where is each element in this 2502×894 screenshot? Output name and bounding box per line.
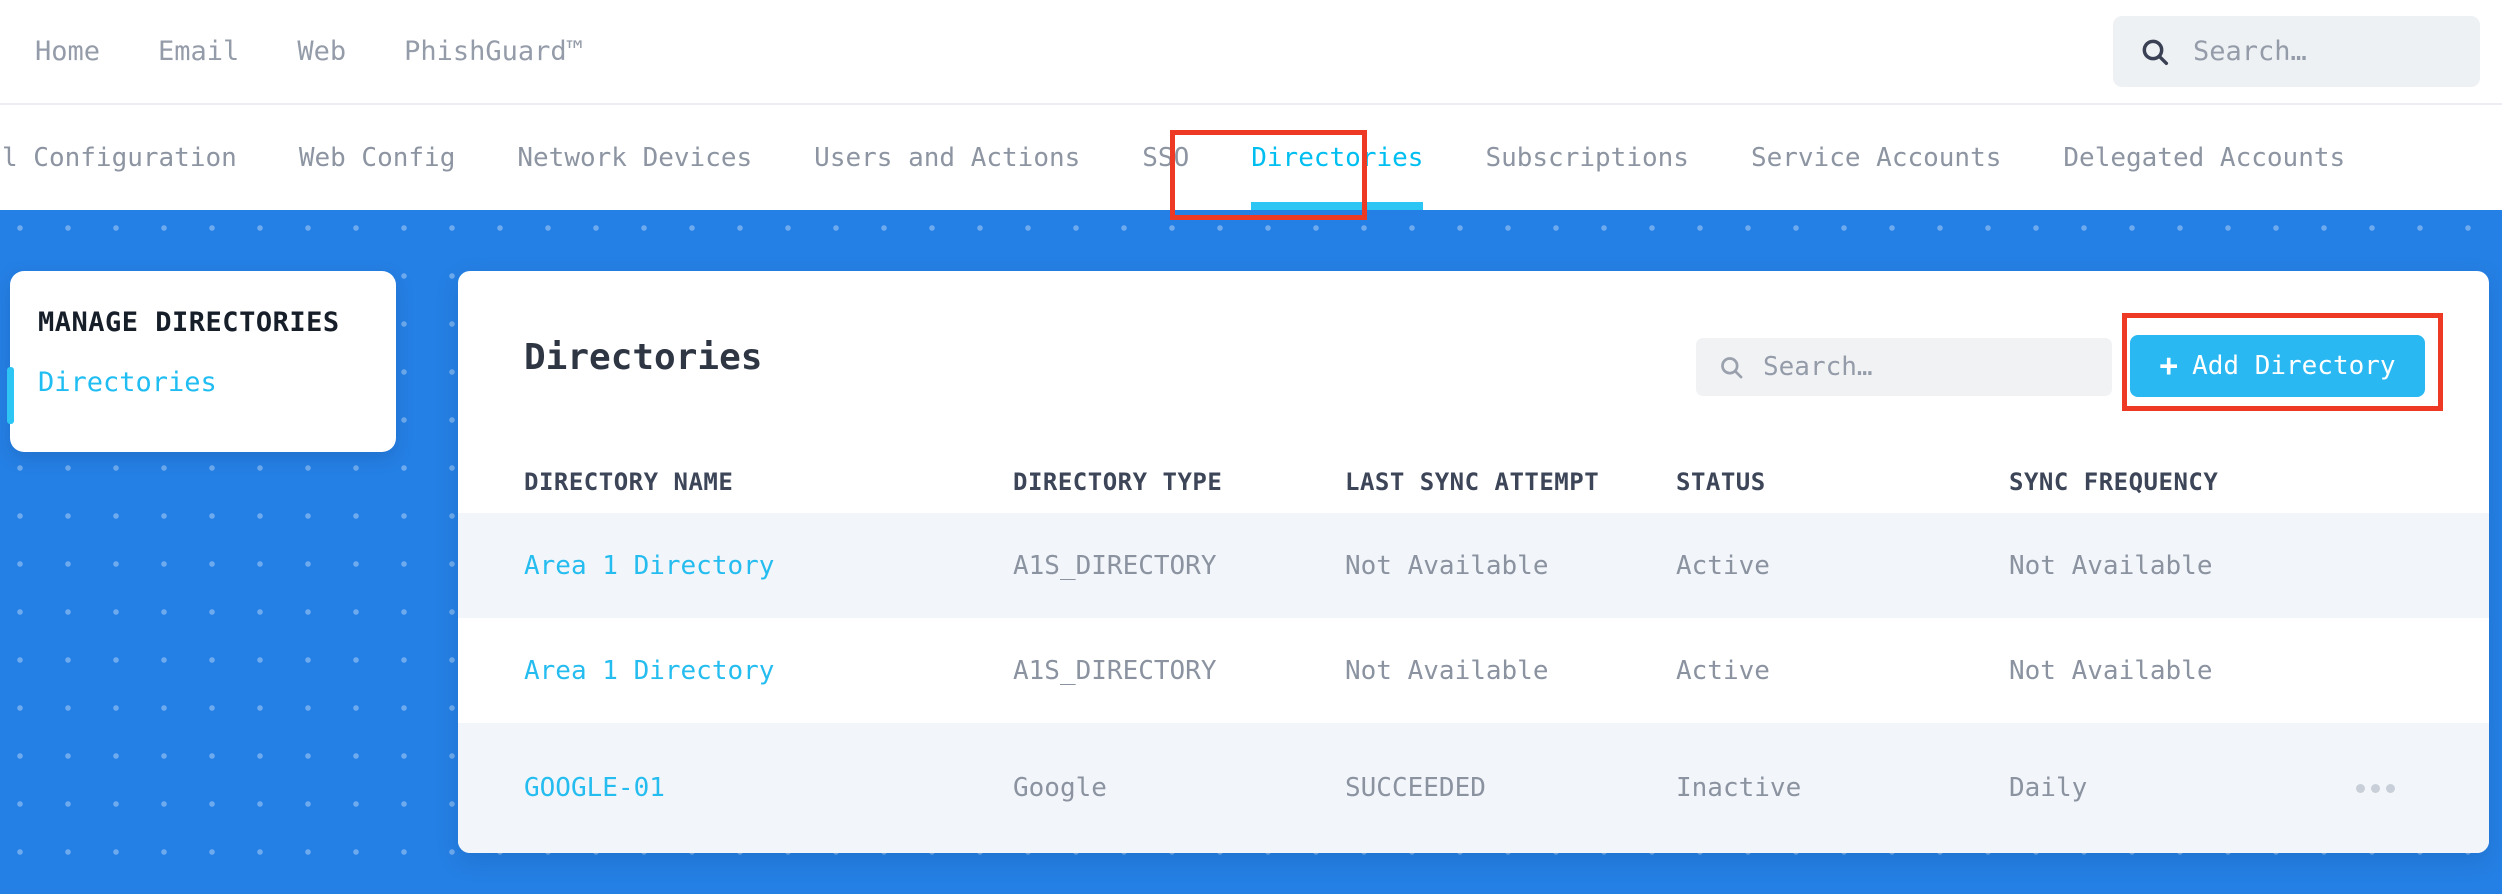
page-title: Directories bbox=[524, 337, 763, 378]
top-nav-email[interactable]: Email bbox=[158, 36, 239, 67]
tab-sso[interactable]: SSO bbox=[1142, 105, 1189, 210]
add-directory-label: Add Directory bbox=[2192, 351, 2396, 381]
directory-name-link[interactable]: GOOGLE-01 bbox=[524, 773, 1013, 803]
tab-directories-label: Directories bbox=[1251, 142, 1424, 173]
table-row: GOOGLE-01 Google SUCCEEDED Inactive Dail… bbox=[458, 723, 2489, 853]
table-header: DIRECTORY NAME DIRECTORY TYPE LAST SYNC … bbox=[458, 451, 2489, 513]
global-search-input[interactable] bbox=[2193, 36, 2454, 67]
directories-panel: Directories + Add Directory DIRECTORY NA… bbox=[458, 271, 2489, 853]
tab-web-config[interactable]: Web Config bbox=[299, 105, 456, 210]
tab-directories[interactable]: Directories bbox=[1251, 105, 1424, 210]
table-row: Area 1 Directory A1S_DIRECTORY Not Avail… bbox=[458, 513, 2489, 618]
last-sync-attempt: SUCCEEDED bbox=[1345, 773, 1486, 803]
top-nav: Home Email Web PhishGuard™ bbox=[35, 0, 583, 103]
directory-name-link[interactable]: Area 1 Directory bbox=[524, 551, 1013, 581]
directory-type: A1S_DIRECTORY bbox=[1013, 550, 1217, 581]
directory-type: A1S_DIRECTORY bbox=[1013, 655, 1217, 686]
tab-email-configuration[interactable]: l Configuration bbox=[2, 105, 237, 210]
add-directory-button[interactable]: + Add Directory bbox=[2130, 335, 2425, 397]
row-actions bbox=[2353, 783, 2389, 793]
directories-search-input[interactable] bbox=[1763, 352, 2090, 382]
column-status: STATUS bbox=[1676, 468, 1766, 496]
directories-search[interactable] bbox=[1696, 338, 2112, 396]
column-directory-type: DIRECTORY TYPE bbox=[1013, 468, 1223, 496]
top-nav-home[interactable]: Home bbox=[35, 36, 100, 67]
top-nav-web[interactable]: Web bbox=[297, 36, 346, 67]
column-directory-name: DIRECTORY NAME bbox=[524, 468, 734, 496]
search-icon bbox=[1718, 354, 1745, 381]
tab-subscriptions[interactable]: Subscriptions bbox=[1485, 105, 1689, 210]
status: Active bbox=[1676, 550, 1770, 581]
sidebar-item-directories[interactable]: Directories bbox=[38, 367, 396, 398]
ellipsis-menu-icon[interactable] bbox=[2371, 783, 2380, 793]
manage-directories-card: MANAGE DIRECTORIES Directories bbox=[7, 271, 396, 452]
directory-name-link[interactable]: Area 1 Directory bbox=[524, 656, 1013, 686]
tab-delegated-accounts[interactable]: Delegated Accounts bbox=[2063, 105, 2345, 210]
active-tab-underline bbox=[1251, 202, 1424, 210]
last-sync-attempt: Not Available bbox=[1345, 550, 1549, 581]
sync-frequency: Not Available bbox=[2009, 550, 2213, 581]
directory-type: Google bbox=[1013, 773, 1107, 803]
last-sync-attempt: Not Available bbox=[1345, 655, 1549, 686]
global-search[interactable] bbox=[2113, 16, 2480, 87]
card-title: MANAGE DIRECTORIES bbox=[38, 307, 340, 338]
settings-tabs: l Configuration Web Config Network Devic… bbox=[0, 103, 2502, 210]
status: Inactive bbox=[1676, 773, 1802, 803]
tab-service-accounts[interactable]: Service Accounts bbox=[1751, 105, 2001, 210]
top-nav-phishguard[interactable]: PhishGuard™ bbox=[404, 36, 583, 67]
column-last-sync-attempt: LAST SYNC ATTEMPT bbox=[1345, 468, 1600, 496]
column-sync-frequency: SYNC FREQUENCY bbox=[2009, 468, 2219, 496]
search-icon bbox=[2139, 36, 2171, 68]
status: Active bbox=[1676, 655, 1770, 686]
tab-network-devices[interactable]: Network Devices bbox=[517, 105, 752, 210]
plus-icon: + bbox=[2159, 347, 2179, 384]
table-row: Area 1 Directory A1S_DIRECTORY Not Avail… bbox=[458, 618, 2489, 723]
active-item-bar bbox=[7, 367, 14, 424]
sync-frequency: Daily bbox=[2009, 773, 2088, 803]
tab-users-and-actions[interactable]: Users and Actions bbox=[814, 105, 1080, 210]
sync-frequency: Not Available bbox=[2009, 655, 2213, 686]
top-bar: Home Email Web PhishGuard™ bbox=[0, 0, 2502, 103]
